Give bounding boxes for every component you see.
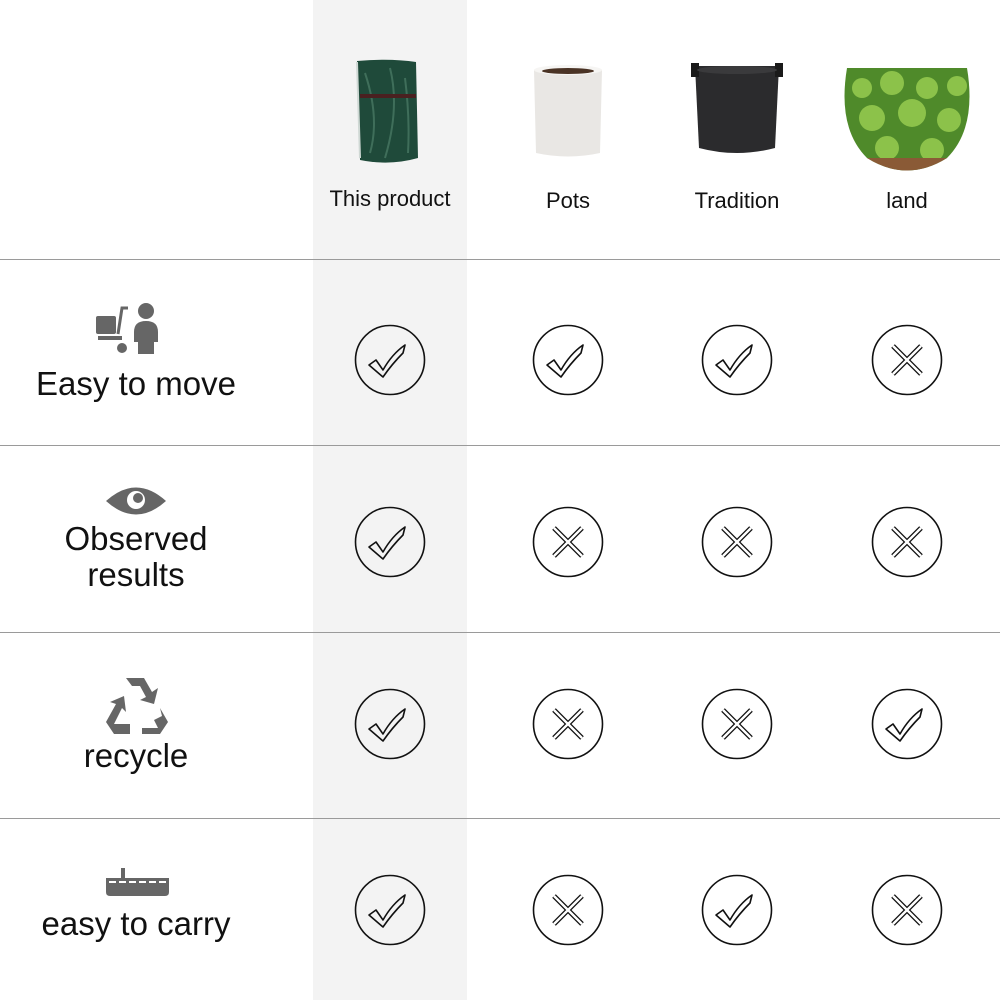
potato-field-image	[837, 58, 977, 173]
cross-circle-icon	[532, 688, 604, 760]
column-header: This product	[329, 186, 451, 211]
column-header: land	[886, 188, 928, 213]
check-circle-icon	[871, 688, 943, 760]
label-line: Observed	[64, 520, 208, 557]
cart-person-icon	[96, 302, 176, 361]
cross-circle-icon	[871, 324, 943, 396]
check-circle-icon	[354, 506, 426, 578]
check-circle-icon	[354, 324, 426, 396]
column-header: Pots	[545, 188, 591, 213]
cross-circle-icon	[701, 506, 773, 578]
cross-circle-icon	[701, 688, 773, 760]
cross-circle-icon	[871, 874, 943, 946]
tray-icon	[96, 866, 176, 905]
row-label-recycle: recycle	[83, 737, 189, 774]
divider	[0, 445, 1000, 446]
row-label-easy-to-move: Easy to move	[36, 365, 236, 402]
recycle-icon	[96, 676, 176, 741]
cross-circle-icon	[871, 506, 943, 578]
green-grow-bag-image	[320, 58, 460, 173]
check-circle-icon	[701, 324, 773, 396]
divider	[0, 632, 1000, 633]
divider	[0, 818, 1000, 819]
check-circle-icon	[354, 874, 426, 946]
check-circle-icon	[354, 688, 426, 760]
black-fabric-bag-image	[667, 58, 807, 173]
cross-circle-icon	[532, 874, 604, 946]
label-line: results	[87, 556, 185, 593]
cross-circle-icon	[532, 506, 604, 578]
divider	[0, 259, 1000, 260]
check-circle-icon	[532, 324, 604, 396]
row-label-easy-to-carry: easy to carry	[41, 905, 231, 942]
row-label-observed-results: Observed results	[0, 521, 272, 593]
eye-icon	[96, 484, 176, 523]
check-circle-icon	[701, 874, 773, 946]
column-header: Tradition	[694, 188, 780, 213]
white-pot-image	[498, 58, 638, 173]
